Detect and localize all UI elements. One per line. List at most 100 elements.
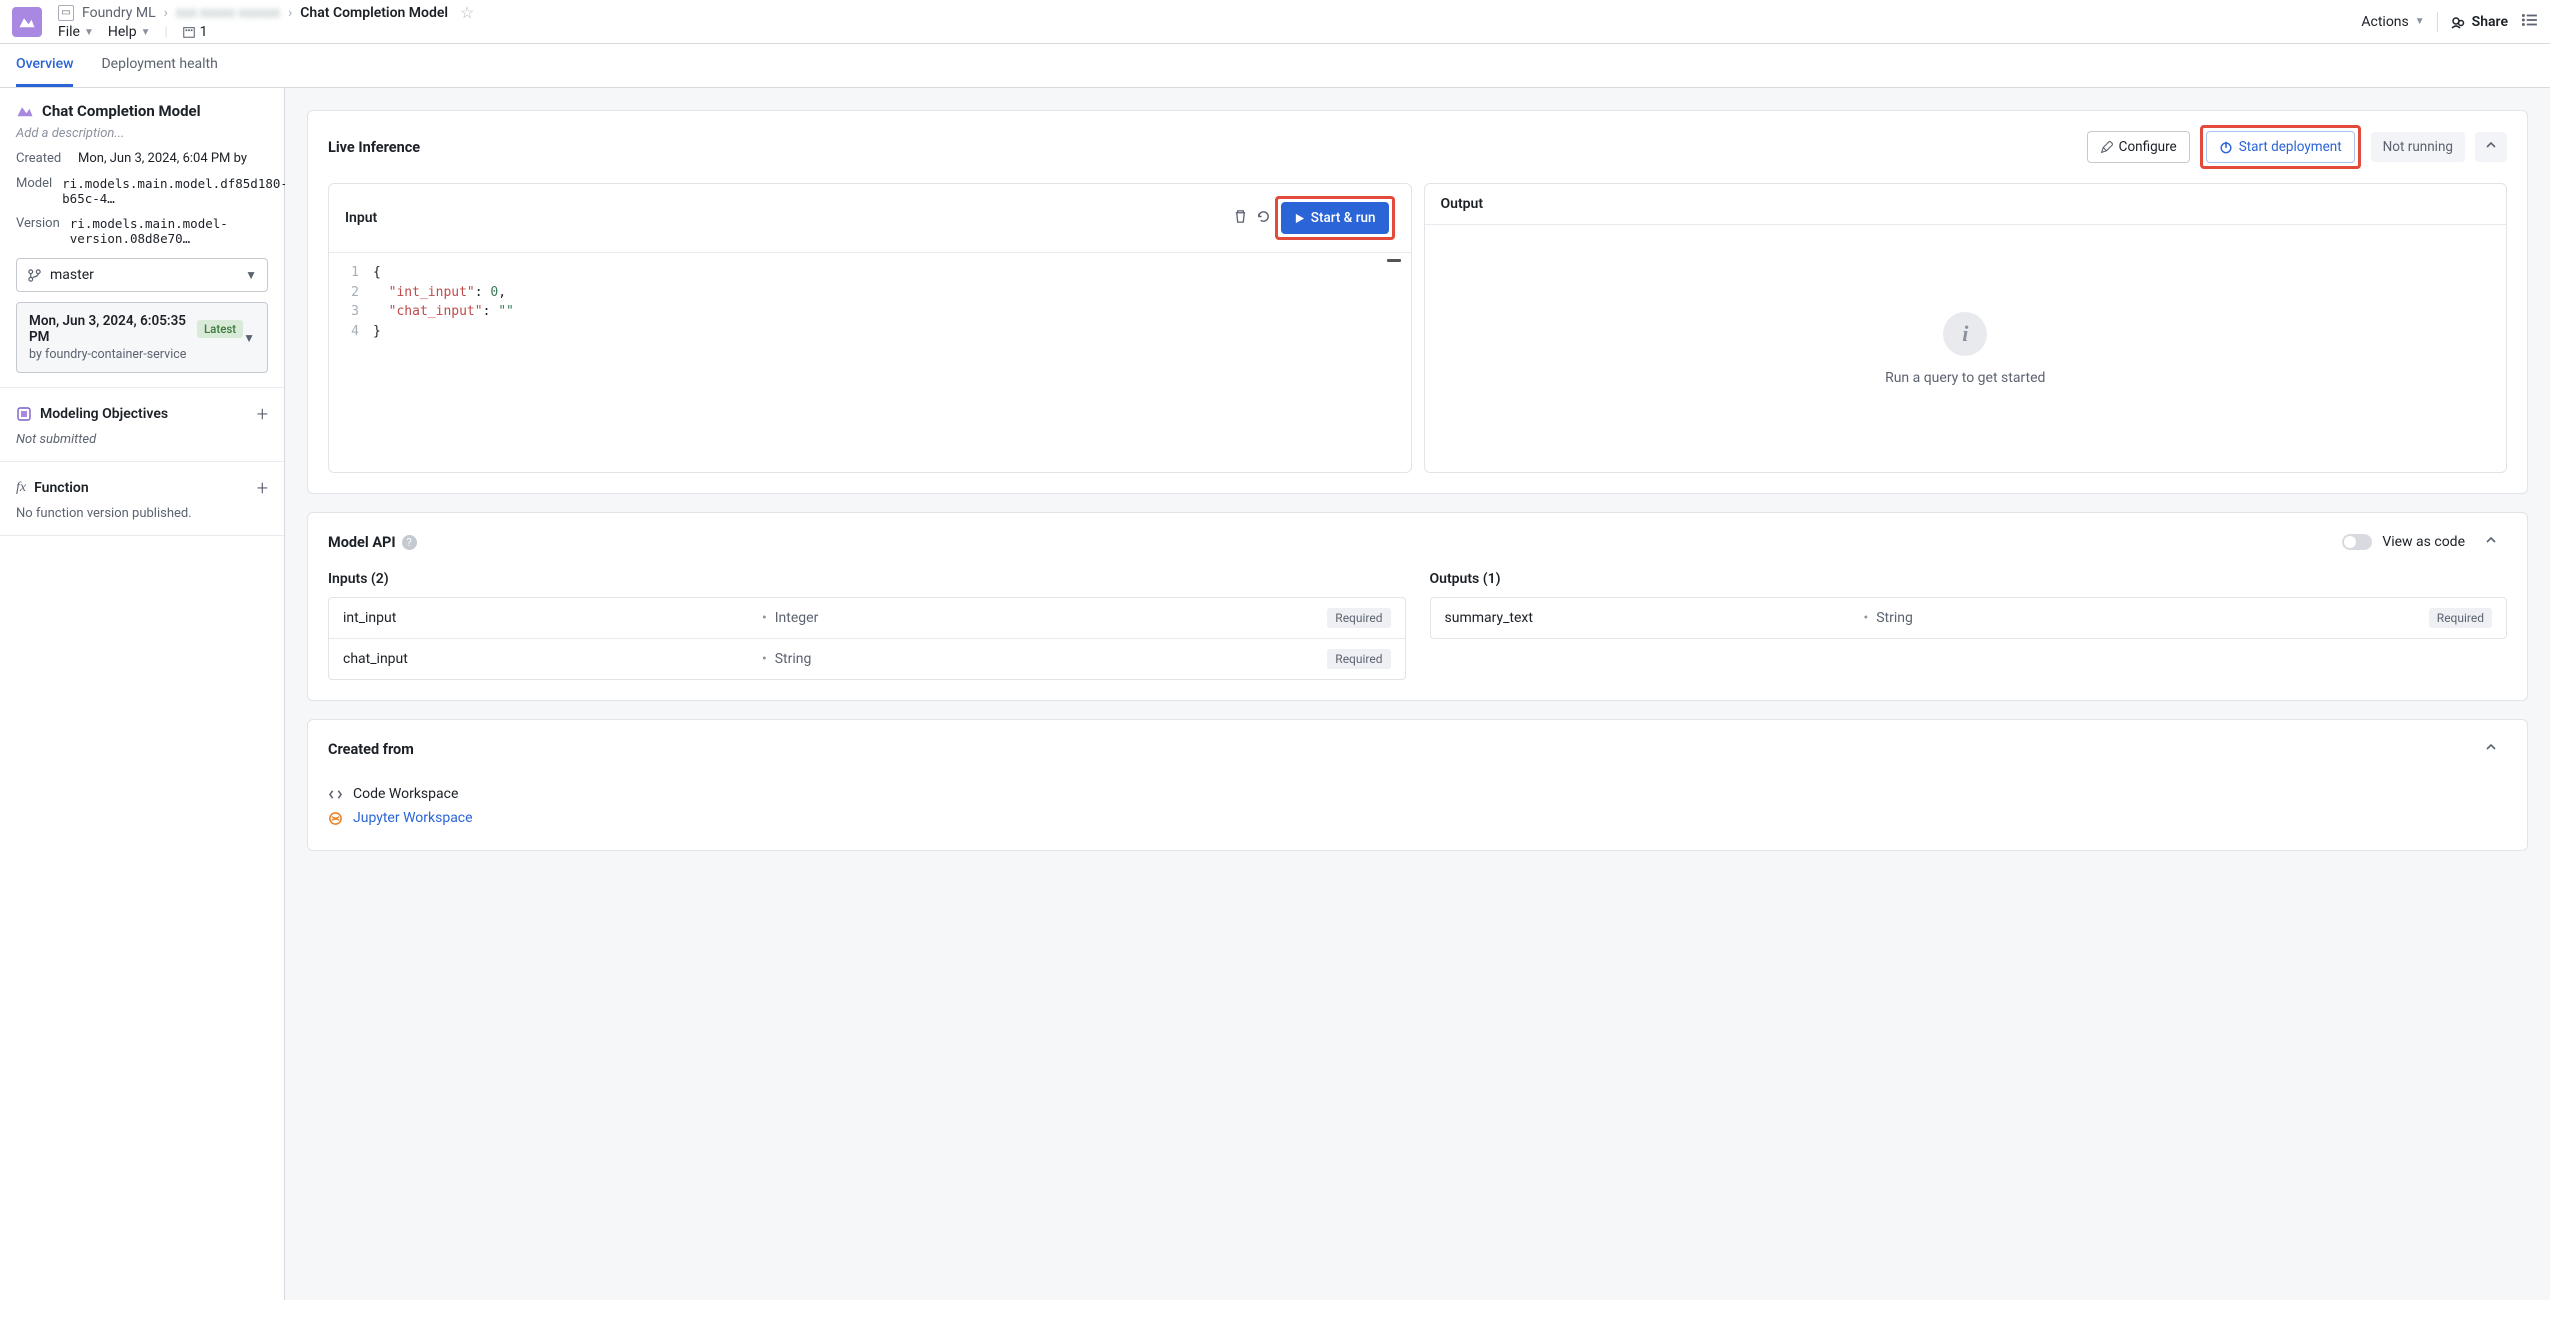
required-badge: Required bbox=[1327, 649, 1390, 669]
actions-label: Actions bbox=[2361, 14, 2408, 30]
main-content: Live Inference Configure Start deploymen… bbox=[285, 88, 2550, 1300]
live-inference-title: Live Inference bbox=[328, 139, 420, 156]
output-title: Output bbox=[1441, 196, 1484, 212]
output-row: summary_text String Required bbox=[1431, 598, 2507, 638]
resource-count-value: 1 bbox=[200, 24, 208, 40]
live-inference-panel: Live Inference Configure Start deploymen… bbox=[307, 110, 2528, 494]
function-status: No function version published. bbox=[16, 506, 268, 521]
input-title: Input bbox=[345, 210, 377, 226]
inputs-column: Inputs (2) int_input Integer Required ch… bbox=[328, 571, 1406, 680]
chevron-up-icon bbox=[2485, 534, 2497, 546]
view-as-code-toggle[interactable] bbox=[2342, 534, 2372, 550]
breadcrumb-root[interactable]: Foundry ML bbox=[82, 5, 156, 21]
model-api-title: Model API bbox=[328, 534, 396, 551]
sidebar: Chat Completion Model Add a description.… bbox=[0, 88, 285, 1300]
required-badge: Required bbox=[1327, 608, 1390, 628]
resource-count[interactable]: 1 bbox=[182, 24, 208, 40]
version-timestamp: Mon, Jun 3, 2024, 6:05:35 PM bbox=[29, 313, 187, 345]
input-type: Integer bbox=[762, 610, 1327, 626]
code-key-1: "int_input" bbox=[389, 285, 475, 300]
sidebar-objectives: Modeling Objectives + Not submitted bbox=[0, 388, 284, 462]
layout: Chat Completion Model Add a description.… bbox=[0, 88, 2550, 1300]
app-logo[interactable] bbox=[12, 7, 42, 37]
pencil-icon bbox=[2100, 141, 2113, 154]
output-box: Output i Run a query to get started bbox=[1424, 183, 2508, 473]
output-name: summary_text bbox=[1445, 610, 1864, 626]
inputs-subtitle: Inputs (2) bbox=[328, 571, 1406, 587]
logo-icon bbox=[18, 15, 36, 29]
trash-icon bbox=[1233, 209, 1248, 224]
created-value: Mon, Jun 3, 2024, 6:04 PM by bbox=[78, 151, 247, 166]
branch-value: master bbox=[50, 267, 94, 283]
caret-down-icon: ▼ bbox=[243, 331, 255, 345]
created-item-jupyter: Jupyter Workspace bbox=[328, 806, 2507, 830]
configure-button[interactable]: Configure bbox=[2087, 131, 2190, 163]
objectives-icon bbox=[16, 406, 32, 422]
branch-select[interactable]: master ▼ bbox=[16, 258, 268, 292]
breadcrumb: ▭ Foundry ML › xxx xxxxx xxxxxx › Chat C… bbox=[58, 3, 474, 22]
tabs: Overview Deployment health bbox=[0, 44, 2550, 88]
input-row: chat_input String Required bbox=[329, 639, 1405, 679]
outputs-table: summary_text String Required bbox=[1430, 597, 2508, 639]
input-row: int_input Integer Required bbox=[329, 598, 1405, 639]
caret-down-icon: ▼ bbox=[141, 27, 151, 38]
code-key-2: "chat_input" bbox=[389, 304, 483, 319]
start-deployment-button[interactable]: Start deployment bbox=[2206, 131, 2355, 163]
topbar: ▭ Foundry ML › xxx xxxxx xxxxxx › Chat C… bbox=[0, 0, 2550, 44]
resource-icon: ▭ bbox=[58, 5, 74, 21]
list-icon[interactable] bbox=[2520, 11, 2538, 33]
trash-button[interactable] bbox=[1229, 205, 1252, 232]
objectives-title: Modeling Objectives bbox=[40, 406, 168, 422]
help-menu[interactable]: Help ▼ bbox=[108, 24, 151, 40]
share-button[interactable]: Share bbox=[2450, 14, 2508, 30]
chevron-up-icon bbox=[2485, 139, 2497, 151]
function-title: Function bbox=[34, 480, 89, 496]
highlight-start-deployment: Start deployment bbox=[2200, 125, 2361, 169]
tab-deployment-health[interactable]: Deployment health bbox=[101, 44, 217, 87]
version-rid: ri.models.main.model-version.08d8e70… bbox=[70, 216, 268, 246]
reset-icon bbox=[1256, 209, 1271, 224]
file-menu-label: File bbox=[58, 24, 80, 40]
share-label: Share bbox=[2472, 14, 2508, 30]
minimap bbox=[1387, 259, 1401, 262]
building-icon bbox=[182, 25, 196, 39]
file-menu[interactable]: File ▼ bbox=[58, 24, 94, 40]
collapse-button[interactable] bbox=[2475, 132, 2507, 162]
output-empty-text: Run a query to get started bbox=[1885, 370, 2045, 386]
code-editor[interactable]: 1{ 2 "int_input": 0, 3 "chat_input": "" … bbox=[329, 253, 1411, 351]
chevron-right-icon: › bbox=[288, 5, 292, 21]
topbar-right: Actions ▼ Share bbox=[2361, 11, 2538, 33]
configure-label: Configure bbox=[2119, 139, 2177, 155]
reset-button[interactable] bbox=[1252, 205, 1275, 232]
outputs-column: Outputs (1) summary_text String Required bbox=[1430, 571, 2508, 680]
add-function-button[interactable]: + bbox=[257, 476, 268, 500]
branch-icon bbox=[27, 268, 42, 283]
actions-menu[interactable]: Actions ▼ bbox=[2361, 14, 2424, 30]
version-label: Version bbox=[16, 216, 60, 246]
view-as-code-label: View as code bbox=[2382, 534, 2465, 550]
start-run-button[interactable]: Start & run bbox=[1281, 202, 1389, 234]
jupyter-icon bbox=[328, 811, 343, 826]
add-objective-button[interactable]: + bbox=[257, 402, 268, 426]
caret-down-icon: ▼ bbox=[2415, 16, 2425, 27]
description-placeholder[interactable]: Add a description... bbox=[16, 126, 268, 141]
created-from-panel: Created from Code Workspace Jupyter Work… bbox=[307, 719, 2528, 851]
input-type: String bbox=[762, 651, 1327, 667]
input-name: int_input bbox=[343, 610, 762, 626]
model-label: Model bbox=[16, 176, 52, 206]
separator: | bbox=[164, 25, 167, 40]
collapse-api-button[interactable] bbox=[2475, 527, 2507, 557]
help-icon[interactable]: ? bbox=[402, 535, 417, 550]
collapse-created-button[interactable] bbox=[2475, 734, 2507, 764]
breadcrumb-mid[interactable]: xxx xxxxx xxxxxx bbox=[176, 5, 280, 21]
version-select[interactable]: Mon, Jun 3, 2024, 6:05:35 PM Latest by f… bbox=[16, 302, 268, 373]
help-menu-label: Help bbox=[108, 24, 137, 40]
breadcrumb-current[interactable]: Chat Completion Model bbox=[300, 5, 448, 21]
sidebar-model-info: Chat Completion Model Add a description.… bbox=[0, 88, 284, 388]
tab-overview[interactable]: Overview bbox=[16, 44, 73, 87]
highlight-start-run: Start & run bbox=[1275, 196, 1395, 240]
jupyter-workspace-link[interactable]: Jupyter Workspace bbox=[353, 810, 473, 826]
star-icon[interactable]: ☆ bbox=[460, 3, 474, 22]
chevron-right-icon: › bbox=[164, 5, 168, 21]
model-api-panel: Model API ? View as code Inputs (2) bbox=[307, 512, 2528, 701]
